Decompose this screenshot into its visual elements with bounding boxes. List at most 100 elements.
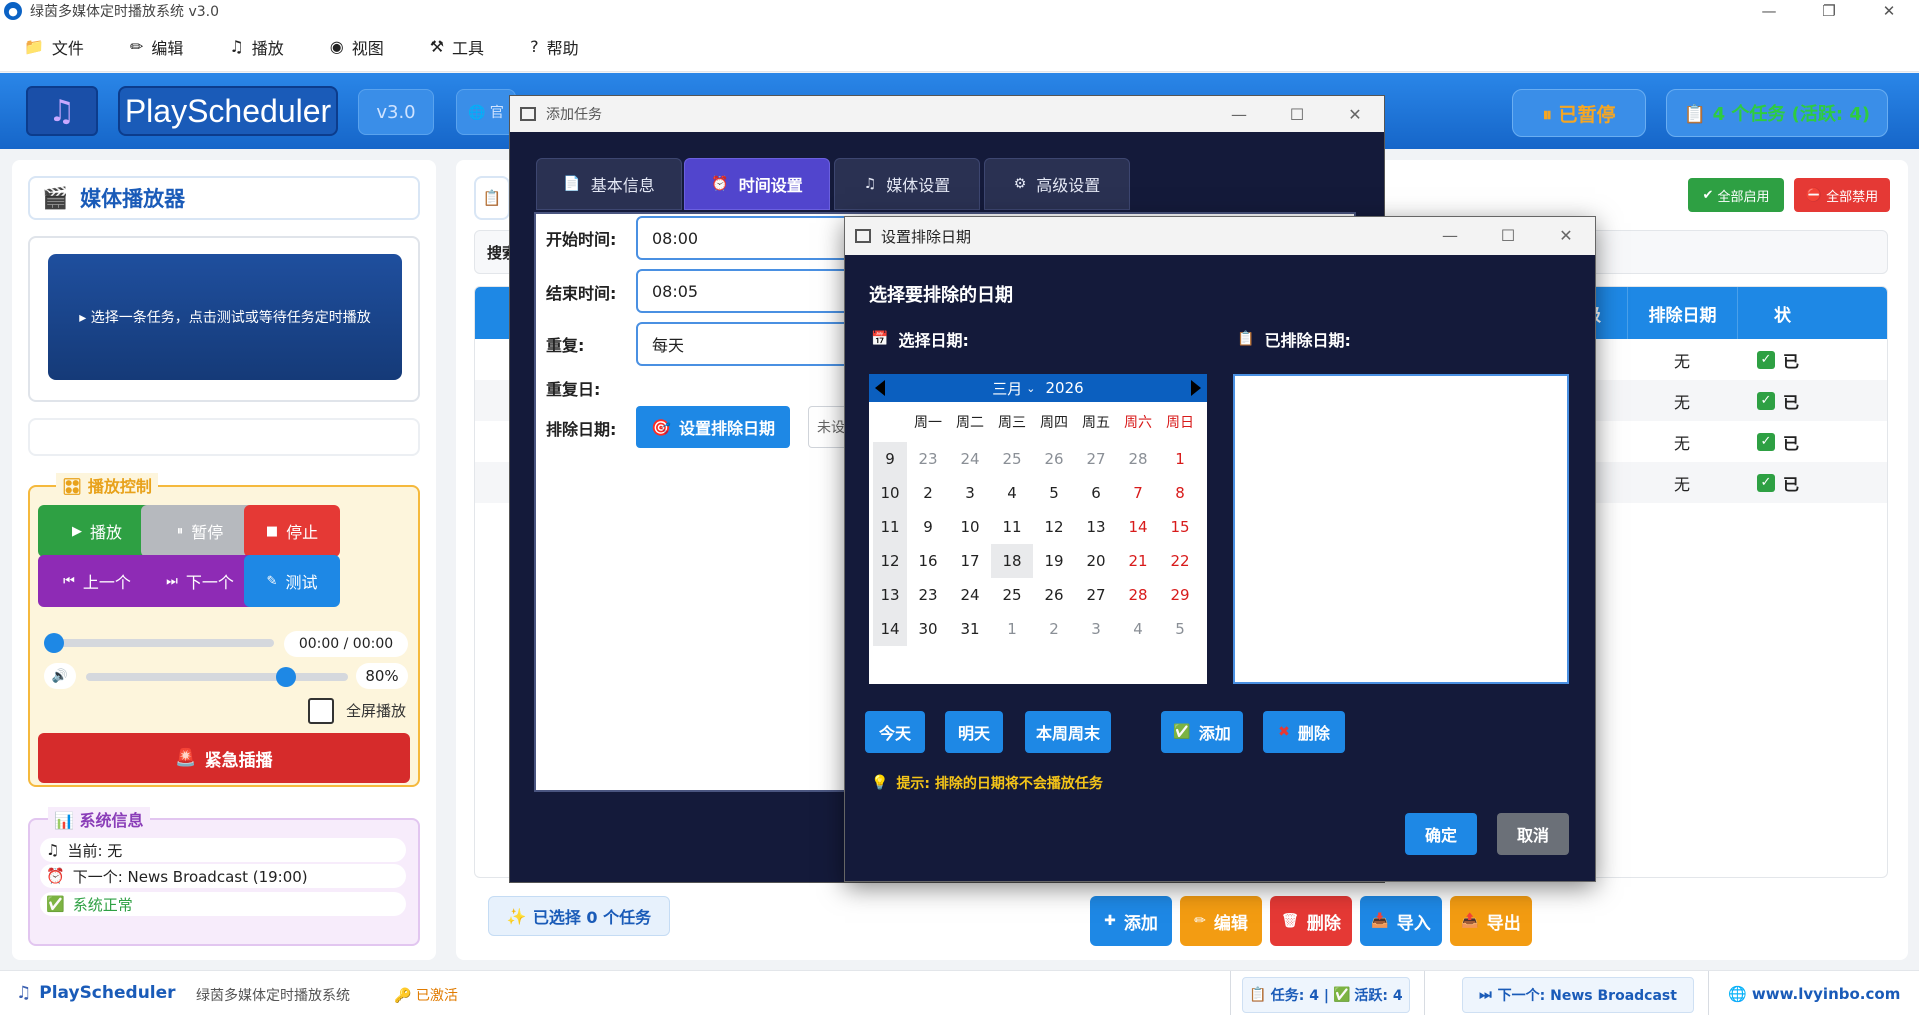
tab-media-settings[interactable]: ♫ 媒体设置 bbox=[834, 158, 980, 210]
disable-all-button[interactable]: ⛔ 全部禁用 bbox=[1794, 178, 1890, 212]
close-button[interactable]: ✕ bbox=[1859, 0, 1919, 22]
paused-status[interactable]: ⏸ 已暂停 bbox=[1512, 89, 1646, 137]
calendar-day[interactable]: 14 bbox=[1117, 510, 1159, 544]
calendar-day[interactable]: 30 bbox=[907, 612, 949, 646]
calendar-day[interactable]: 23 bbox=[907, 442, 949, 476]
maximize-button[interactable]: ☐ bbox=[1479, 217, 1537, 253]
calendar-day[interactable]: 2 bbox=[1033, 612, 1075, 646]
calendar-day[interactable]: 26 bbox=[1033, 442, 1075, 476]
menu-item-4[interactable]: ⚒ 工具 bbox=[430, 35, 484, 59]
month-selector[interactable]: 三月 bbox=[992, 378, 1022, 399]
calendar-day[interactable]: 16 bbox=[907, 544, 949, 578]
calendar-day[interactable]: 21 bbox=[1117, 544, 1159, 578]
year-selector[interactable]: 2026 bbox=[1046, 379, 1084, 397]
calendar-day[interactable]: 4 bbox=[991, 476, 1033, 510]
seek-bar[interactable] bbox=[44, 639, 274, 647]
calendar-day[interactable]: 6 bbox=[1075, 476, 1117, 510]
tab-time-settings[interactable]: ⏰ 时间设置 bbox=[684, 158, 830, 210]
task-summary[interactable]: 📋 4 个任务 (活跃: 4) bbox=[1666, 89, 1888, 137]
confirm-button[interactable]: 确定 bbox=[1405, 813, 1477, 855]
calendar-day[interactable]: 19 bbox=[1033, 544, 1075, 578]
calendar-day[interactable]: 24 bbox=[949, 442, 991, 476]
emergency-broadcast-button[interactable]: 🚨 紧急插播 bbox=[38, 733, 410, 783]
tab-advanced-settings[interactable]: ⚙ 高级设置 bbox=[984, 158, 1130, 210]
add-date-button[interactable]: ✅ 添加 bbox=[1161, 711, 1243, 753]
calendar-day[interactable]: 5 bbox=[1033, 476, 1075, 510]
next-month-icon[interactable] bbox=[1191, 380, 1201, 396]
this-weekend-button[interactable]: 本周周末 bbox=[1025, 711, 1111, 753]
minimize-button[interactable]: — bbox=[1739, 0, 1799, 22]
set-exclude-dates-button[interactable]: 🎯 设置排除日期 bbox=[636, 406, 790, 448]
video-screen[interactable]: ▸ 选择一条任务，点击测试或等待任务定时播放 bbox=[48, 254, 402, 380]
calendar-day[interactable]: 28 bbox=[1117, 578, 1159, 612]
delete-task-button[interactable]: 🗑 删除 bbox=[1270, 896, 1352, 946]
calendar-day[interactable]: 2 bbox=[907, 476, 949, 510]
close-button[interactable]: ✕ bbox=[1537, 217, 1595, 253]
play-button[interactable]: ▶ 播放 bbox=[38, 505, 156, 557]
calendar-day[interactable]: 3 bbox=[1075, 612, 1117, 646]
tab-basic-info[interactable]: 📄 基本信息 bbox=[536, 158, 682, 210]
calendar-day[interactable]: 23 bbox=[907, 578, 949, 612]
column-status[interactable]: 状 bbox=[1737, 287, 1887, 339]
volume-handle[interactable] bbox=[275, 667, 296, 687]
website-pill[interactable]: 🌐 官 bbox=[456, 89, 516, 135]
menu-item-2[interactable]: ♫ 播放 bbox=[229, 35, 283, 59]
column-exclude-date[interactable]: 排除日期 bbox=[1627, 287, 1737, 339]
export-button[interactable]: 📤 导出 bbox=[1450, 896, 1532, 946]
calendar-day[interactable]: 7 bbox=[1117, 476, 1159, 510]
calendar-day[interactable]: 18 bbox=[991, 544, 1033, 578]
calendar-day[interactable]: 20 bbox=[1075, 544, 1117, 578]
previous-button[interactable]: ⏮ 上一个 bbox=[38, 555, 156, 607]
month-dropdown-icon[interactable]: ⌄ bbox=[1026, 382, 1035, 395]
excluded-dates-list[interactable] bbox=[1233, 374, 1569, 684]
calendar-day[interactable]: 24 bbox=[949, 578, 991, 612]
calendar-day[interactable]: 11 bbox=[991, 510, 1033, 544]
tomorrow-button[interactable]: 明天 bbox=[945, 711, 1003, 753]
calendar-day[interactable]: 26 bbox=[1033, 578, 1075, 612]
calendar-day[interactable]: 4 bbox=[1117, 612, 1159, 646]
menu-item-3[interactable]: ◉ 视图 bbox=[330, 35, 384, 59]
calendar-day[interactable]: 13 bbox=[1075, 510, 1117, 544]
calendar-day[interactable]: 28 bbox=[1117, 442, 1159, 476]
edit-task-button[interactable]: ✏ 编辑 bbox=[1180, 896, 1262, 946]
test-button[interactable]: ✎ 测试 bbox=[244, 555, 340, 607]
previous-month-icon[interactable] bbox=[875, 380, 885, 396]
calendar-day[interactable]: 9 bbox=[907, 510, 949, 544]
menu-item-0[interactable]: 📁 文件 bbox=[24, 35, 84, 59]
website-link[interactable]: 🌐 www.lvyinbo.com bbox=[1728, 985, 1900, 1003]
menu-item-1[interactable]: ✏ 编辑 bbox=[130, 35, 183, 59]
calendar-day[interactable]: 31 bbox=[949, 612, 991, 646]
calendar-day[interactable]: 8 bbox=[1159, 476, 1201, 510]
calendar-day[interactable]: 5 bbox=[1159, 612, 1201, 646]
cancel-button[interactable]: 取消 bbox=[1497, 813, 1569, 855]
stop-button[interactable]: ■ 停止 bbox=[244, 505, 340, 557]
calendar-day[interactable]: 22 bbox=[1159, 544, 1201, 578]
calendar-day[interactable]: 10 bbox=[949, 510, 991, 544]
calendar-day[interactable]: 3 bbox=[949, 476, 991, 510]
seek-handle[interactable] bbox=[44, 633, 64, 653]
maximize-button[interactable]: ☐ bbox=[1268, 96, 1326, 132]
calendar-day[interactable]: 1 bbox=[1159, 442, 1201, 476]
delete-date-button[interactable]: ✖ 删除 bbox=[1263, 711, 1345, 753]
calendar-day[interactable]: 29 bbox=[1159, 578, 1201, 612]
add-task-button[interactable]: ✚ 添加 bbox=[1090, 896, 1172, 946]
calendar-day[interactable]: 25 bbox=[991, 442, 1033, 476]
calendar-day[interactable]: 27 bbox=[1075, 442, 1117, 476]
calendar-day[interactable]: 27 bbox=[1075, 578, 1117, 612]
minimize-button[interactable]: — bbox=[1421, 217, 1479, 253]
calendar-day[interactable]: 12 bbox=[1033, 510, 1075, 544]
calendar-day[interactable]: 17 bbox=[949, 544, 991, 578]
maximize-button[interactable]: ❐ bbox=[1799, 0, 1859, 22]
calendar-day[interactable]: 25 bbox=[991, 578, 1033, 612]
menu-item-5[interactable]: ? 帮助 bbox=[530, 35, 579, 59]
enable-all-button[interactable]: ✔ 全部启用 bbox=[1688, 178, 1784, 212]
import-button[interactable]: 📥 导入 bbox=[1360, 896, 1442, 946]
calendar-day[interactable]: 1 bbox=[991, 612, 1033, 646]
today-button[interactable]: 今天 bbox=[865, 711, 925, 753]
calendar-day[interactable]: 15 bbox=[1159, 510, 1201, 544]
speaker-icon[interactable]: 🔊 bbox=[44, 663, 76, 689]
pause-button[interactable]: ⏸ 暂停 bbox=[141, 505, 259, 557]
minimize-button[interactable]: — bbox=[1210, 96, 1268, 132]
next-button[interactable]: ⏭ 下一个 bbox=[141, 555, 259, 607]
fullscreen-checkbox[interactable] bbox=[308, 698, 334, 724]
